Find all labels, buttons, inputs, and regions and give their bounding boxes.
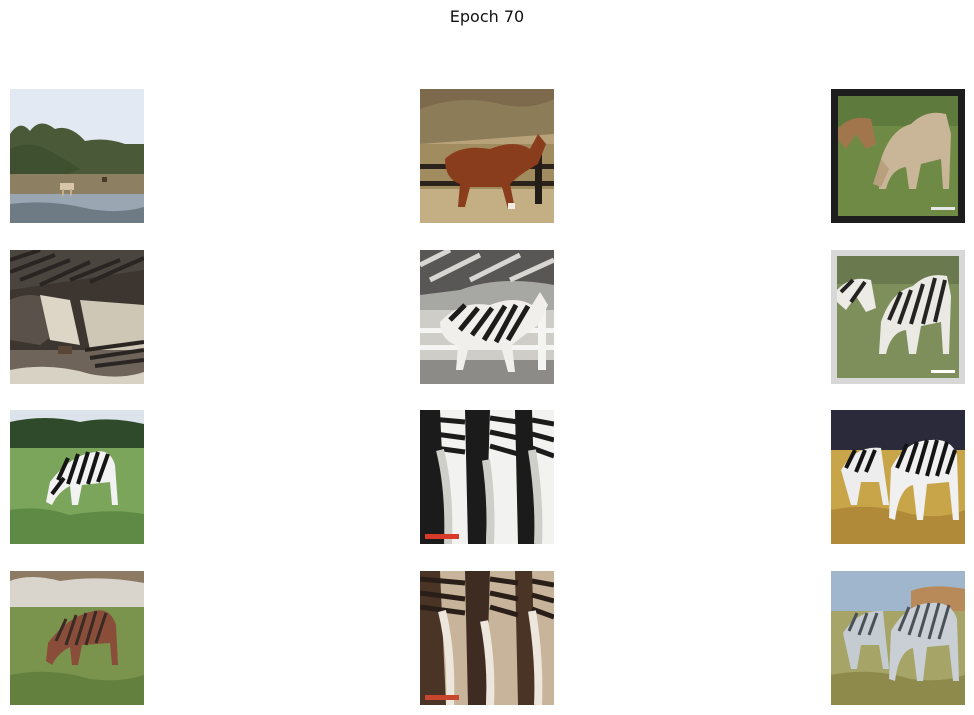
horse-translated-zebra-grazing-image <box>10 571 144 705</box>
image-cell-r1-c0 <box>10 250 144 384</box>
image-cell-r3-c1 <box>420 571 554 705</box>
image-cell-r1-c2 <box>831 250 965 384</box>
brown-horse-by-fence-image <box>420 89 554 223</box>
zebra-translated-horses-by-water-image <box>10 250 144 384</box>
figure-title: Epoch 70 <box>449 7 525 26</box>
image-cell-r3-c0 <box>10 571 144 705</box>
horse-translated-zebra-rumps-image <box>420 571 554 705</box>
image-cell-r0-c2 <box>831 89 965 223</box>
zebra-translated-horse-by-fence-image <box>420 250 554 384</box>
image-cell-r0-c1 <box>420 89 554 223</box>
two-horses-grazing-image <box>831 89 965 223</box>
image-cell-r0-c0 <box>10 89 144 223</box>
image-cell-r2-c0 <box>10 410 144 544</box>
image-cell-r2-c2 <box>831 410 965 544</box>
zebra-rumps-closeup-image <box>420 410 554 544</box>
image-cell-r1-c1 <box>420 250 554 384</box>
zebra-herd-dry-grass-image <box>831 410 965 544</box>
image-cell-r3-c2 <box>831 571 965 705</box>
image-cell-r2-c1 <box>420 410 554 544</box>
horses-by-water-image <box>10 89 144 223</box>
zebra-grazing-image <box>10 410 144 544</box>
horse-translated-zebra-herd-image <box>831 571 965 705</box>
zebra-translated-horses-grazing-image <box>831 250 965 384</box>
